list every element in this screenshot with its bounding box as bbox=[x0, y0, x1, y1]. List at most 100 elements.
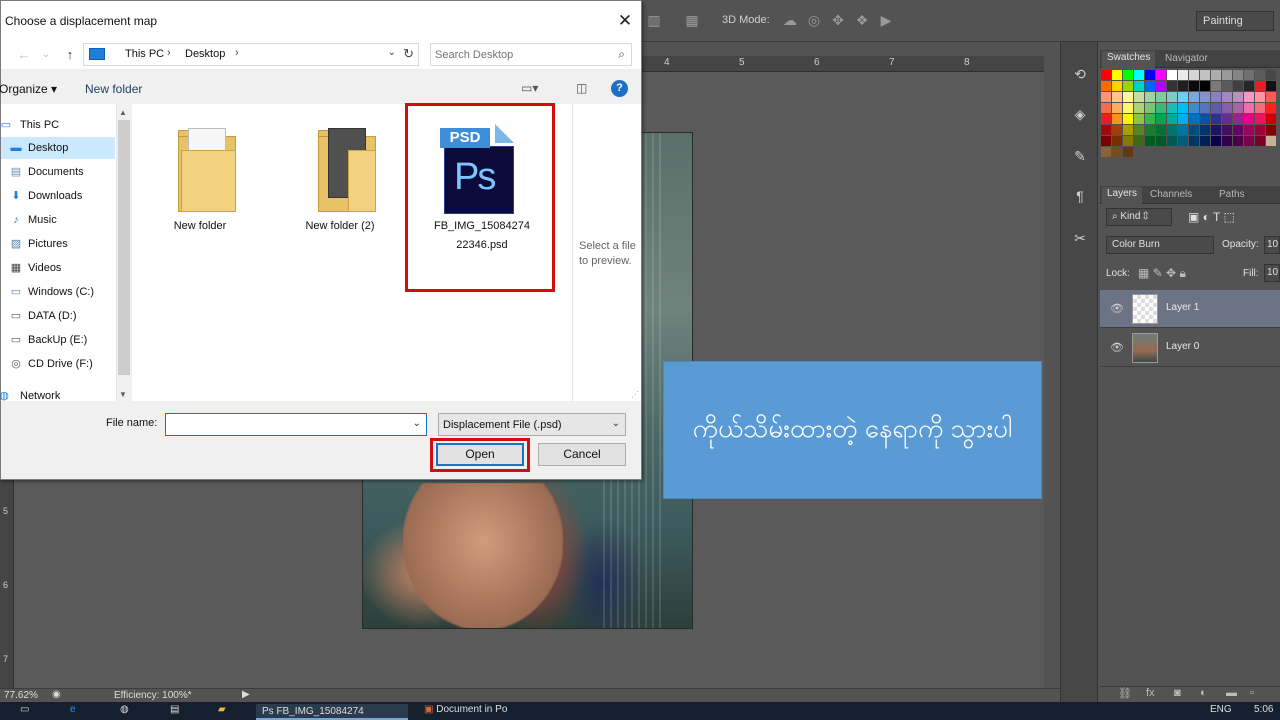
color-swatch[interactable] bbox=[1101, 136, 1111, 146]
color-swatch[interactable] bbox=[1145, 114, 1155, 124]
recent-dropdown-icon[interactable]: ⌄ bbox=[37, 45, 55, 65]
color-swatch[interactable] bbox=[1112, 136, 1122, 146]
layer-row-1[interactable]: 👁︎ Layer 1 bbox=[1100, 290, 1280, 328]
chevron-down-icon[interactable]: ⌄ bbox=[413, 418, 421, 429]
status-menu-arrow-icon[interactable]: ▶ bbox=[242, 689, 250, 700]
color-swatch[interactable] bbox=[1200, 92, 1210, 102]
file-name-input[interactable] bbox=[170, 417, 400, 433]
color-swatch[interactable] bbox=[1178, 70, 1188, 80]
breadcrumb-this-pc[interactable]: This PC bbox=[125, 48, 164, 60]
color-swatch[interactable] bbox=[1134, 125, 1144, 135]
color-swatch[interactable] bbox=[1167, 114, 1177, 124]
color-swatch[interactable] bbox=[1266, 114, 1276, 124]
opacity-input[interactable]: 10 bbox=[1264, 236, 1280, 254]
adjustments-icon[interactable]: ◈ bbox=[1070, 104, 1090, 124]
color-swatch[interactable] bbox=[1167, 103, 1177, 113]
color-swatch[interactable] bbox=[1200, 81, 1210, 91]
color-swatch[interactable] bbox=[1266, 81, 1276, 91]
color-swatch[interactable] bbox=[1123, 81, 1133, 91]
start-icon[interactable]: ▭ bbox=[20, 704, 29, 720]
color-swatch[interactable] bbox=[1200, 114, 1210, 124]
fill-input[interactable]: 10 bbox=[1264, 264, 1280, 282]
color-swatch[interactable] bbox=[1134, 92, 1144, 102]
color-swatch[interactable] bbox=[1156, 136, 1166, 146]
color-swatch[interactable] bbox=[1145, 103, 1155, 113]
color-swatch[interactable] bbox=[1178, 125, 1188, 135]
file-item-new-folder[interactable]: New folder bbox=[140, 114, 260, 264]
color-swatch[interactable] bbox=[1222, 136, 1232, 146]
color-swatch[interactable] bbox=[1233, 81, 1243, 91]
color-swatch[interactable] bbox=[1211, 70, 1221, 80]
address-dropdown-icon[interactable]: ⌄ bbox=[388, 47, 396, 58]
color-swatch[interactable] bbox=[1156, 125, 1166, 135]
taskbar-photoshop[interactable]: Ps FB_IMG_15084274 bbox=[256, 704, 408, 720]
color-swatch[interactable] bbox=[1200, 70, 1210, 80]
visibility-eye-icon[interactable]: 👁︎ bbox=[1110, 341, 1124, 354]
color-swatch[interactable] bbox=[1112, 147, 1122, 157]
scroll-down-icon[interactable]: ▼ bbox=[119, 390, 127, 399]
tab-paths[interactable]: Paths bbox=[1214, 188, 1250, 201]
color-swatch[interactable] bbox=[1255, 125, 1265, 135]
3d-roll-icon[interactable]: ◎ bbox=[806, 12, 822, 28]
history-icon[interactable]: ⟲ bbox=[1070, 64, 1090, 84]
color-swatch[interactable] bbox=[1233, 92, 1243, 102]
scroll-up-icon[interactable]: ▲ bbox=[119, 108, 127, 117]
color-swatch[interactable] bbox=[1101, 147, 1111, 157]
color-swatch[interactable] bbox=[1244, 125, 1254, 135]
color-swatch[interactable] bbox=[1123, 103, 1133, 113]
link-layers-icon[interactable]: ⛓ bbox=[1118, 687, 1132, 700]
color-swatch[interactable] bbox=[1266, 136, 1276, 146]
sidebar-item-pictures[interactable]: ▨ Pictures bbox=[1, 233, 115, 255]
color-swatch[interactable] bbox=[1101, 92, 1111, 102]
sidebar-item-cd-drive-f[interactable]: ◎ CD Drive (F:) bbox=[1, 353, 115, 375]
dialog-title-bar[interactable]: Choose a displacement map ✕ bbox=[1, 1, 641, 41]
color-swatch[interactable] bbox=[1101, 114, 1111, 124]
color-swatch[interactable] bbox=[1266, 125, 1276, 135]
color-swatch[interactable] bbox=[1145, 81, 1155, 91]
color-swatch[interactable] bbox=[1233, 103, 1243, 113]
adjustment-layer-icon[interactable]: ◐ bbox=[1200, 687, 1207, 699]
search-box[interactable]: ⌕ bbox=[430, 43, 632, 66]
color-swatch[interactable] bbox=[1233, 114, 1243, 124]
help-icon[interactable]: ? bbox=[611, 80, 628, 97]
color-swatch[interactable] bbox=[1211, 114, 1221, 124]
color-swatch[interactable] bbox=[1112, 114, 1122, 124]
sidebar-item-documents[interactable]: ▤ Documents bbox=[1, 161, 115, 183]
preview-pane-icon[interactable]: ◫ bbox=[576, 81, 587, 95]
color-swatch[interactable] bbox=[1200, 103, 1210, 113]
color-swatch[interactable] bbox=[1178, 81, 1188, 91]
3d-orbit-icon[interactable]: ☁ bbox=[782, 12, 798, 28]
file-name-combobox[interactable]: ⌄ bbox=[165, 413, 427, 436]
color-swatch[interactable] bbox=[1123, 147, 1133, 157]
blend-mode-select[interactable]: Color Burn bbox=[1106, 236, 1214, 254]
color-swatch[interactable] bbox=[1189, 103, 1199, 113]
color-swatch[interactable] bbox=[1222, 81, 1232, 91]
layer-kind-filter[interactable]: ⌕ Kind ⇕ bbox=[1106, 208, 1172, 226]
color-swatch[interactable] bbox=[1145, 92, 1155, 102]
color-swatch[interactable] bbox=[1211, 103, 1221, 113]
color-swatch[interactable] bbox=[1112, 70, 1122, 80]
color-swatch[interactable] bbox=[1266, 70, 1276, 80]
tab-channels[interactable]: Channels bbox=[1145, 188, 1197, 201]
up-arrow-icon[interactable]: ↑ bbox=[61, 45, 79, 65]
sidebar-item-backup-e[interactable]: ▭ BackUp (E:) bbox=[1, 329, 115, 351]
color-swatch[interactable] bbox=[1167, 92, 1177, 102]
color-swatch[interactable] bbox=[1112, 81, 1122, 91]
color-swatch[interactable] bbox=[1134, 114, 1144, 124]
color-swatch[interactable] bbox=[1134, 103, 1144, 113]
resize-grip-icon[interactable]: ⋰ bbox=[631, 390, 639, 399]
color-swatch[interactable] bbox=[1211, 125, 1221, 135]
color-swatch[interactable] bbox=[1134, 70, 1144, 80]
search-icon[interactable]: ⌕ bbox=[618, 47, 625, 62]
sidebar-item-network[interactable]: ◍ Network bbox=[0, 385, 115, 407]
color-swatch[interactable] bbox=[1101, 70, 1111, 80]
color-swatch[interactable] bbox=[1156, 70, 1166, 80]
fx-icon[interactable]: fx bbox=[1146, 687, 1155, 699]
new-folder-button[interactable]: New folder bbox=[85, 82, 142, 96]
color-swatch[interactable] bbox=[1222, 92, 1232, 102]
color-swatch[interactable] bbox=[1101, 81, 1111, 91]
color-swatch[interactable] bbox=[1178, 136, 1188, 146]
nav-pane-scrollbar[interactable]: ▲ ▼ bbox=[117, 104, 131, 401]
color-swatch[interactable] bbox=[1255, 81, 1265, 91]
color-swatch[interactable] bbox=[1233, 136, 1243, 146]
